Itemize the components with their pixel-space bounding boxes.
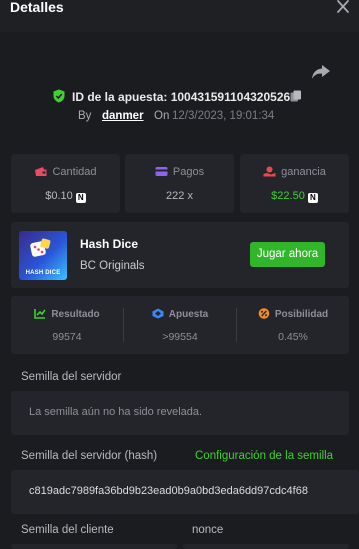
bet-id: ID de la apuesta: 100431591104320526 bbox=[72, 90, 291, 104]
result-icon bbox=[34, 309, 46, 319]
result-result: Resultado 99574 bbox=[11, 296, 123, 354]
username-link[interactable]: danmer bbox=[102, 110, 144, 122]
stat-payout-value: 222 x bbox=[166, 190, 193, 202]
chance-label-row: Posibilidad bbox=[237, 308, 349, 320]
chance-label: Posibilidad bbox=[274, 309, 329, 320]
stat-profit-label: ganancia bbox=[281, 166, 326, 178]
result-label-row: Resultado bbox=[11, 308, 123, 320]
stat-profit-value-row: $22.50 N bbox=[240, 190, 349, 203]
dice-icon bbox=[30, 238, 51, 257]
bet-datetime: 12/3/2023, 19:01:34 bbox=[172, 110, 275, 122]
play-now-button[interactable]: Jugar ahora bbox=[250, 242, 325, 267]
money-hand-icon bbox=[263, 166, 276, 177]
bet-meta-row: By danmer On 12/3/2023, 19:01:34 bbox=[0, 110, 359, 124]
coin-icon: N bbox=[75, 193, 86, 203]
stat-payout-label: Pagos bbox=[172, 166, 205, 178]
stat-profit-label-row: ganancia bbox=[240, 166, 349, 178]
stat-amount: Cantidad $0.10 N bbox=[11, 154, 120, 213]
bet-target-icon bbox=[152, 308, 164, 319]
stat-profit: ganancia $22.50 N bbox=[240, 154, 349, 213]
result-chance: Posibilidad 0.45% bbox=[237, 296, 349, 354]
card-icon bbox=[155, 167, 168, 176]
bet-stats: Cantidad $0.10 N Pagos 222 x ganancia $22… bbox=[11, 154, 349, 213]
bet-value: >99554 bbox=[162, 331, 198, 343]
server-seed-field[interactable]: La semilla aún no ha sido revelada. bbox=[11, 391, 349, 435]
close-icon[interactable] bbox=[335, 0, 351, 14]
stat-payout: Pagos 222 x bbox=[125, 154, 234, 213]
coin-icon: N bbox=[307, 193, 318, 203]
stat-profit-value: $22.50 bbox=[271, 190, 305, 202]
bet-label: Apuesta bbox=[168, 309, 209, 320]
stat-amount-label-row: Cantidad bbox=[11, 166, 120, 178]
share-icon[interactable] bbox=[311, 64, 331, 80]
game-card: HASH DICE Hash Dice BC Originals Jugar a… bbox=[11, 222, 349, 288]
game-provider: BC Originals bbox=[80, 260, 145, 272]
client-seed-field[interactable] bbox=[11, 544, 177, 549]
stat-amount-value-row: $0.10 N bbox=[11, 190, 120, 203]
server-seed-hash-value: c819adc7989fa36bd9b23ead0b9a0bd3eda6dd97… bbox=[29, 485, 308, 497]
percent-icon bbox=[258, 308, 270, 319]
copy-icon[interactable] bbox=[290, 90, 302, 102]
wallet-icon bbox=[35, 167, 47, 176]
bet-label-row: Apuesta bbox=[124, 308, 236, 320]
modal-header: Detalles bbox=[0, 0, 359, 32]
by-label: By bbox=[78, 110, 92, 122]
seed-config-link[interactable]: Configuración de la semilla bbox=[195, 450, 333, 462]
result-bet: Apuesta >99554 bbox=[124, 296, 236, 354]
game-name: Hash Dice bbox=[80, 237, 139, 251]
on-label: On bbox=[154, 110, 170, 122]
stat-amount-label: Cantidad bbox=[52, 166, 97, 178]
nonce-label: nonce bbox=[192, 524, 224, 536]
modal-title: Detalles bbox=[10, 0, 64, 15]
server-seed-hash-field[interactable]: c819adc7989fa36bd9b23ead0b9a0bd3eda6dd97… bbox=[11, 470, 359, 514]
result-panel: Resultado 99574 Apuesta >99554 Posibilid… bbox=[11, 296, 349, 354]
chance-value: 0.45% bbox=[278, 331, 308, 343]
stat-amount-value: $0.10 bbox=[45, 190, 73, 202]
game-thumbnail-label: HASH DICE bbox=[25, 270, 61, 276]
result-value: 99574 bbox=[52, 331, 82, 343]
nonce-field[interactable] bbox=[183, 544, 349, 549]
bet-id-row: ID de la apuesta: 100431591104320526 bbox=[0, 89, 359, 105]
result-label: Resultado bbox=[51, 309, 100, 320]
server-seed-label: Semilla del servidor bbox=[21, 371, 122, 383]
game-thumbnail[interactable]: HASH DICE bbox=[19, 231, 67, 280]
server-seed-value: La semilla aún no ha sido revelada. bbox=[29, 406, 203, 418]
client-seed-label: Semilla del cliente bbox=[21, 524, 114, 536]
shield-check-icon bbox=[53, 89, 65, 103]
stat-payout-label-row: Pagos bbox=[125, 166, 234, 178]
server-seed-hash-label: Semilla del servidor (hash) bbox=[21, 450, 158, 462]
